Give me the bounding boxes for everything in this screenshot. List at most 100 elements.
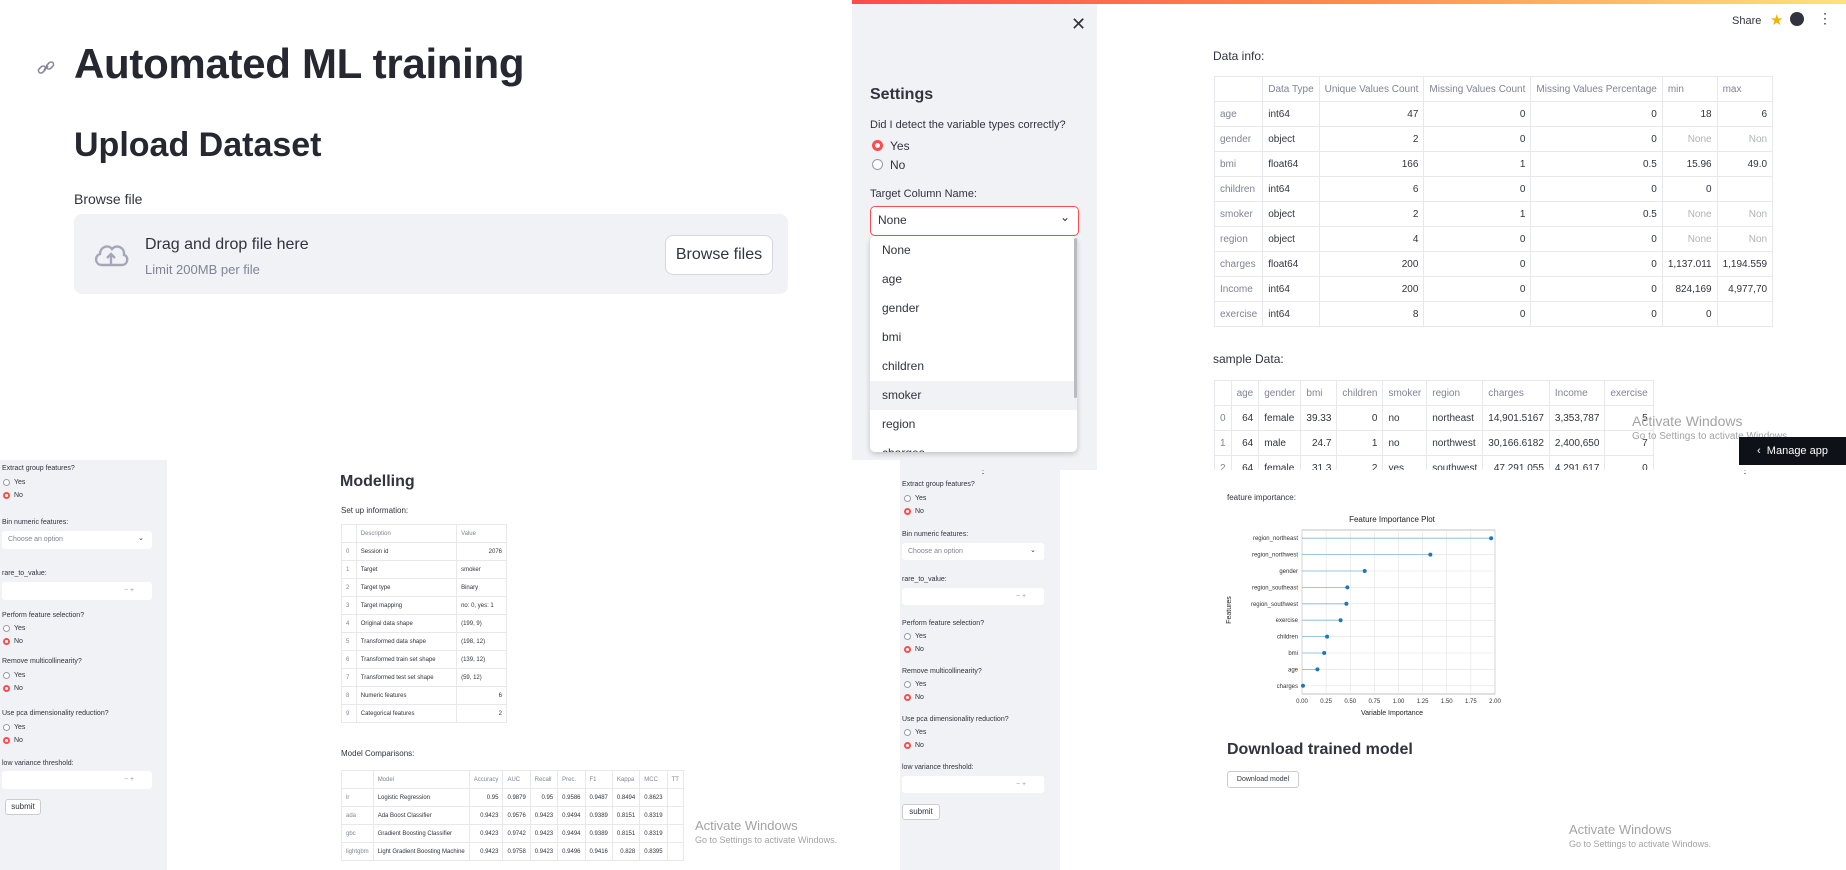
row-index: 2 — [341, 578, 357, 597]
x-tick-label: 0.25 — [1320, 699, 1332, 705]
radio-no[interactable] — [3, 685, 10, 692]
radio-yes[interactable] — [3, 479, 10, 486]
dropdown-option[interactable]: bmi — [870, 323, 1077, 352]
table-cell: int64 — [1262, 276, 1320, 302]
table-cell: northeast — [1426, 405, 1484, 431]
more-options-icon[interactable]: ⋮ — [978, 470, 988, 476]
column-header[interactable]: Description — [355, 524, 458, 543]
radio-no[interactable] — [904, 508, 911, 515]
column-header[interactable]: F1 — [584, 770, 613, 789]
dropdown-option[interactable]: region — [870, 410, 1077, 439]
table-cell: 31.3 — [1300, 455, 1338, 470]
column-header[interactable]: Kappa — [611, 770, 641, 789]
column-header[interactable]: AUC — [502, 770, 531, 789]
table-cell: 0.8623 — [639, 788, 668, 807]
table-row: 1 Target smoker — [341, 560, 507, 579]
column-header[interactable]: age — [1230, 380, 1260, 406]
radio-yes[interactable] — [872, 140, 883, 151]
star-icon[interactable]: ★ — [1770, 11, 1783, 29]
dropdown-option[interactable]: charges — [870, 439, 1077, 452]
radio-yes[interactable] — [904, 495, 911, 502]
column-header[interactable]: TT — [666, 770, 684, 789]
radio-yes-label: Yes — [14, 625, 26, 632]
column-header[interactable]: Missing Values Percentage — [1530, 76, 1663, 102]
submit-button[interactable]: submit — [902, 804, 940, 820]
table-cell: 2 — [1318, 126, 1425, 152]
column-header[interactable]: children — [1336, 380, 1384, 406]
column-header[interactable]: max — [1716, 76, 1774, 102]
radio-no[interactable] — [3, 638, 10, 645]
column-header[interactable] — [1214, 380, 1232, 406]
column-header[interactable]: charges — [1482, 380, 1550, 406]
table-cell: 6 — [1318, 176, 1425, 202]
column-header[interactable]: smoker — [1382, 380, 1428, 406]
radio-no-label: No — [890, 158, 906, 172]
radio-yes[interactable] — [904, 729, 911, 736]
y-tick-label: charges — [1277, 684, 1298, 690]
dropzone-text: Drag and drop file here — [145, 236, 309, 253]
manage-app-button[interactable]: ‹ Manage app — [1739, 437, 1846, 465]
column-header[interactable]: Value — [456, 524, 507, 543]
dropdown-option-highlighted[interactable]: smoker — [870, 381, 1077, 410]
radio-no[interactable] — [904, 742, 911, 749]
column-header[interactable]: min — [1661, 76, 1718, 102]
download-model-button[interactable]: Download model — [1227, 771, 1299, 788]
column-header[interactable]: Prec. — [557, 770, 586, 789]
column-header[interactable] — [1213, 76, 1264, 102]
table-cell — [666, 788, 684, 807]
table-cell — [666, 824, 684, 843]
more-options-icon[interactable]: ⋮ — [1818, 10, 1832, 27]
radio-yes[interactable] — [904, 633, 911, 640]
radio-no[interactable] — [3, 492, 10, 499]
column-header[interactable]: Missing Values Count — [1423, 76, 1532, 102]
stepper-buttons[interactable]: − + — [124, 587, 134, 594]
table-cell: female — [1258, 455, 1302, 470]
radio-yes[interactable] — [3, 724, 10, 731]
radio-no[interactable] — [872, 159, 883, 170]
stepper-buttons[interactable]: − + — [124, 776, 134, 783]
column-header[interactable]: exercise — [1604, 380, 1654, 406]
column-header[interactable]: bmi — [1300, 380, 1338, 406]
table-cell: 0.5 — [1530, 201, 1663, 227]
radio-no[interactable] — [904, 646, 911, 653]
table-row: gbc Gradient Boosting Classifier 0.9423 0.9… — [341, 824, 684, 843]
column-header[interactable] — [341, 770, 374, 789]
table-cell: 0 — [1423, 251, 1532, 277]
github-icon[interactable] — [1790, 12, 1804, 26]
submit-button[interactable]: submit — [5, 799, 41, 815]
row-index: smoker — [1213, 201, 1264, 227]
download-title: Download trained model — [1227, 741, 1413, 758]
row-index: 3 — [341, 596, 357, 615]
column-header[interactable]: gender — [1258, 380, 1302, 406]
radio-no[interactable] — [904, 694, 911, 701]
column-header[interactable]: Income — [1548, 380, 1606, 406]
link-icon[interactable] — [36, 58, 56, 78]
dropdown-option[interactable]: None — [870, 236, 1077, 265]
column-header[interactable]: region — [1426, 380, 1484, 406]
stepper-buttons[interactable]: − + — [1016, 593, 1026, 600]
dropdown-option[interactable]: gender — [870, 294, 1077, 323]
radio-yes[interactable] — [3, 672, 10, 679]
dropdown-scrollbar[interactable] — [1074, 238, 1077, 398]
column-header[interactable]: MCC — [639, 770, 668, 789]
radio-no[interactable] — [3, 737, 10, 744]
stepper-buttons[interactable]: − + — [1016, 781, 1026, 788]
column-header[interactable]: Recall — [529, 770, 559, 789]
dropdown-option[interactable]: age — [870, 265, 1077, 294]
browse-files-button[interactable]: Browse files — [665, 235, 773, 275]
column-header[interactable]: Accuracy — [468, 770, 504, 789]
table-cell: 0.95 — [529, 788, 559, 807]
more-options-icon[interactable]: ⋮ — [1740, 470, 1750, 476]
radio-yes[interactable] — [3, 625, 10, 632]
table-header-row: Description Value — [341, 524, 507, 543]
column-header[interactable]: Data Type — [1262, 76, 1320, 102]
column-header[interactable] — [341, 524, 357, 543]
model-comparisons-table: Model Accuracy AUC Recall Prec. F1 Kappa MCC TT l… — [341, 770, 684, 861]
row-index: exercise — [1213, 301, 1264, 327]
radio-yes[interactable] — [904, 681, 911, 688]
dropdown-option[interactable]: children — [870, 352, 1077, 381]
column-header[interactable]: Unique Values Count — [1318, 76, 1425, 102]
close-icon[interactable]: ✕ — [1071, 14, 1086, 35]
share-link[interactable]: Share — [1732, 15, 1761, 27]
column-header[interactable]: Model — [372, 770, 470, 789]
